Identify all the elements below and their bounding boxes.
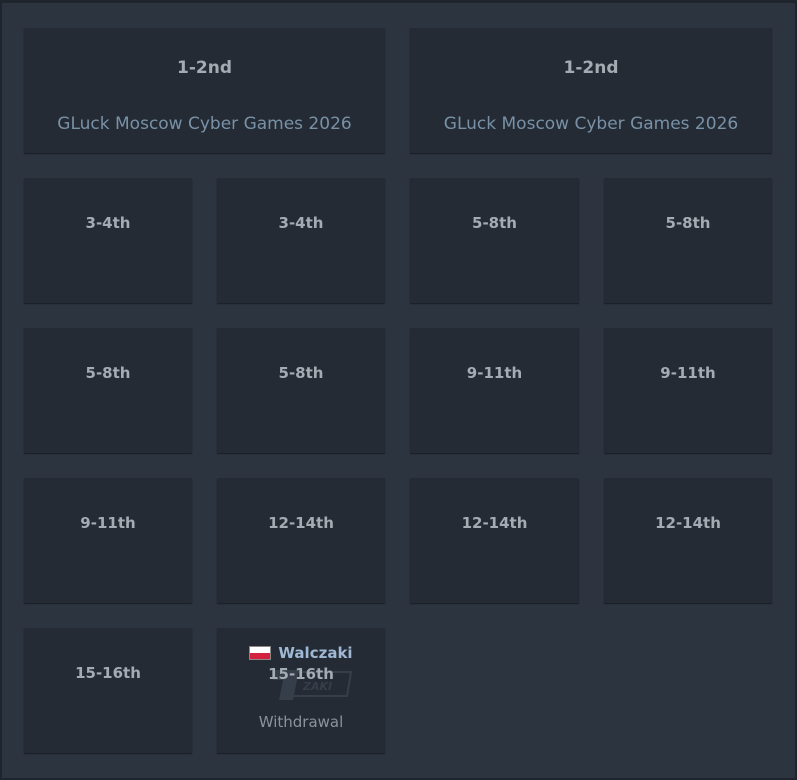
placement-card: 5-8th bbox=[604, 178, 772, 303]
placement-label: 5-8th bbox=[85, 364, 131, 382]
placement-card: 5-8th bbox=[217, 328, 385, 453]
placement-label: 9-11th bbox=[80, 514, 136, 532]
placement-card: 12-14th bbox=[217, 478, 385, 603]
placement-label: 1-2nd bbox=[177, 58, 232, 78]
placement-card: 9-11th bbox=[410, 328, 579, 453]
placement-label: 5-8th bbox=[278, 364, 324, 382]
placement-label: 3-4th bbox=[278, 214, 324, 232]
placement-label: 9-11th bbox=[660, 364, 716, 382]
placement-card: 12-14th bbox=[410, 478, 579, 603]
placement-label: 5-8th bbox=[472, 214, 517, 232]
event-link[interactable]: GLuck Moscow Cyber Games 2026 bbox=[24, 114, 385, 134]
placement-label: 12-14th bbox=[655, 514, 721, 532]
placement-label: 15-16th bbox=[268, 665, 334, 683]
placement-card-1-2nd-b: 1-2nd GLuck Moscow Cyber Games 2026 bbox=[410, 28, 772, 153]
placement-label: 3-4th bbox=[85, 214, 131, 232]
placement-card: 5-8th bbox=[410, 178, 579, 303]
placement-card: 3-4th bbox=[217, 178, 385, 303]
placement-label: 1-2nd bbox=[563, 58, 619, 78]
placement-card: 3-4th bbox=[24, 178, 192, 303]
placement-card: 9-11th bbox=[604, 328, 772, 453]
placement-card-team: ZAKI Walczaki 15-16th Withdrawal bbox=[217, 628, 385, 753]
placement-label: 12-14th bbox=[268, 514, 334, 532]
team-name-link[interactable]: Walczaki bbox=[278, 644, 352, 662]
placement-card: 5-8th bbox=[24, 328, 192, 453]
placement-card-1-2nd-a: 1-2nd GLuck Moscow Cyber Games 2026 bbox=[24, 28, 385, 153]
placement-label: 9-11th bbox=[466, 364, 523, 382]
placement-label: 12-14th bbox=[461, 514, 528, 532]
placement-card: 15-16th bbox=[24, 628, 192, 753]
placement-label: 15-16th bbox=[75, 664, 141, 682]
placement-card: 9-11th bbox=[24, 478, 192, 603]
event-link[interactable]: GLuck Moscow Cyber Games 2026 bbox=[410, 114, 772, 134]
placement-card: 12-14th bbox=[604, 478, 772, 603]
placement-label: 5-8th bbox=[665, 214, 711, 232]
status-text: Withdrawal bbox=[258, 713, 344, 731]
team-row[interactable]: Walczaki bbox=[217, 644, 385, 662]
poland-flag-icon bbox=[249, 646, 272, 660]
